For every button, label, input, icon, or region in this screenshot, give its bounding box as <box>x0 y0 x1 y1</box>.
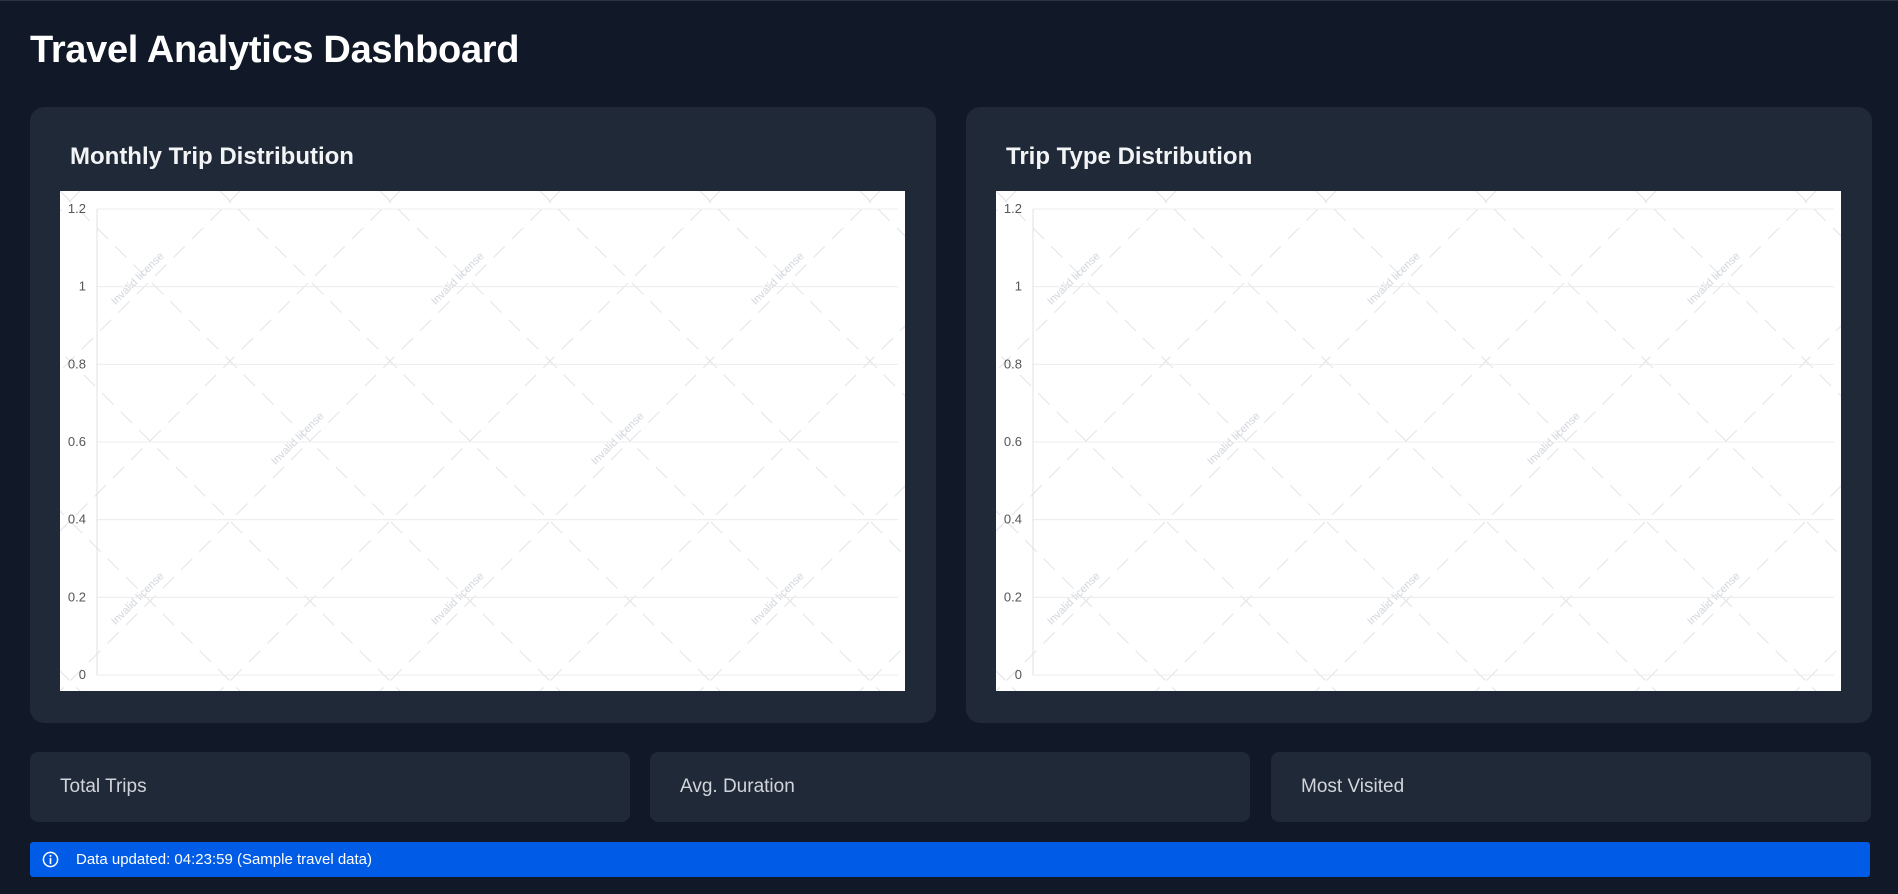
watermark-text: Invalid license <box>589 410 646 467</box>
monthly-trip-chart-svg: Invalid license Invalid license Invalid li… <box>60 191 905 691</box>
total-trips-card: Total Trips <box>30 752 630 822</box>
trip-type-chart[interactable]: Invalid license Invalid license Invalid li… <box>996 191 1841 691</box>
status-bar: Data updated: 04:23:59 (Sample travel da… <box>30 842 1870 877</box>
chart-title: Trip Type Distribution <box>1006 143 1253 170</box>
watermark-text: Invalid license <box>269 410 326 467</box>
watermark-text: Invalid license <box>429 250 486 307</box>
watermark-text: Invalid license <box>1045 250 1102 307</box>
dashboard-page: Travel Analytics Dashboard Monthly Trip … <box>0 0 1898 894</box>
info-icon <box>42 851 59 868</box>
stat-label: Avg. Duration <box>680 776 795 797</box>
watermark-pattern: Invalid license Invalid license Invalid li… <box>60 191 905 691</box>
watermark-text: Invalid license <box>1045 570 1102 627</box>
y-tick-label: 1 <box>1015 279 1022 294</box>
y-tick-label: 0.6 <box>1004 434 1022 449</box>
y-tick-label: 0.2 <box>1004 589 1022 604</box>
watermark-pattern: Invalid license Invalid license Invalid li… <box>996 191 1841 691</box>
watermark-text: Invalid license <box>1525 410 1582 467</box>
most-visited-card: Most Visited <box>1271 752 1871 822</box>
monthly-trip-chart[interactable]: Invalid license Invalid license Invalid li… <box>60 191 905 691</box>
y-tick-label: 0 <box>1015 667 1022 682</box>
y-tick-label: 1 <box>79 279 86 294</box>
y-tick-label: 0.4 <box>1004 512 1022 527</box>
y-tick-label: 0 <box>79 667 86 682</box>
avg-duration-card: Avg. Duration <box>650 752 1250 822</box>
watermark-text: Invalid license <box>1365 250 1422 307</box>
page-title: Travel Analytics Dashboard <box>30 29 520 71</box>
watermark-text: Invalid license <box>1365 570 1422 627</box>
watermark-text: Invalid license <box>1685 250 1742 307</box>
y-tick-label: 1.2 <box>1004 201 1022 216</box>
y-tick-label: 0.8 <box>68 356 86 371</box>
stat-label: Total Trips <box>60 776 147 797</box>
watermark-text: Invalid license <box>1685 570 1742 627</box>
watermark-text: Invalid license <box>109 570 166 627</box>
trip-type-chart-svg: Invalid license Invalid license Invalid li… <box>996 191 1841 691</box>
status-text: Data updated: 04:23:59 (Sample travel da… <box>76 851 373 868</box>
watermark-text: Invalid license <box>749 250 806 307</box>
watermark-text: Invalid license <box>109 250 166 307</box>
watermark-text: Invalid license <box>429 570 486 627</box>
y-tick-label: 1.2 <box>68 201 86 216</box>
stat-label: Most Visited <box>1301 776 1405 797</box>
watermark-text: Invalid license <box>749 570 806 627</box>
y-tick-label: 0.2 <box>68 589 86 604</box>
monthly-trip-chart-card: Monthly Trip Distribution Invalid licens… <box>30 107 936 723</box>
watermark-text: Invalid license <box>1205 410 1262 467</box>
y-tick-label: 0.6 <box>68 434 86 449</box>
chart-title: Monthly Trip Distribution <box>70 143 354 170</box>
y-tick-label: 0.4 <box>68 512 86 527</box>
y-tick-label: 0.8 <box>1004 356 1022 371</box>
trip-type-chart-card: Trip Type Distribution Invalid license In… <box>966 107 1872 723</box>
